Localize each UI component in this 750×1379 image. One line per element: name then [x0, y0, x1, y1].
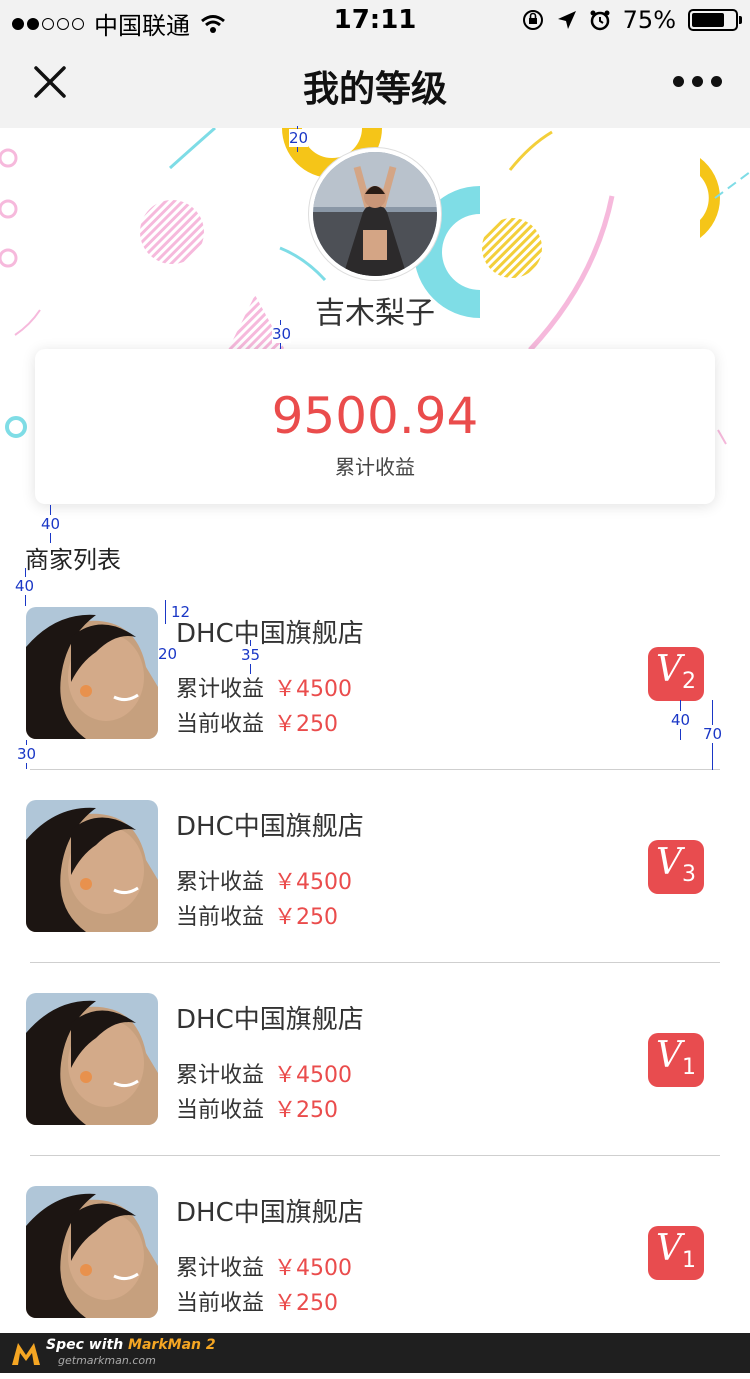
spec-marker-label: 40: [41, 515, 61, 533]
current-earnings-label: 当前收益: [176, 905, 265, 930]
spec-marker-label: 40: [671, 711, 691, 729]
total-earnings-label: 累计收益: [176, 677, 265, 702]
spec-marker-label: 40: [15, 577, 35, 595]
current-earnings-label: 当前收益: [176, 1098, 265, 1123]
merchant-current-earnings: 当前收益 ￥250: [176, 706, 338, 738]
total-earnings-label: 累计收益: [176, 1063, 265, 1088]
spec-marker-label: 20: [158, 645, 178, 663]
merchant-thumbnail: [26, 800, 158, 932]
level-badge: V 3: [648, 840, 704, 894]
footer-title: Spec with MarkMan 2: [46, 1337, 216, 1353]
level-badge: V 1: [648, 1226, 704, 1280]
footer-brand: MarkMan 2: [128, 1337, 216, 1353]
spec-marker-label: 30: [272, 325, 292, 343]
battery-percentage: 75%: [622, 6, 676, 34]
merchant-row[interactable]: DHC中国旗舰店 累计收益 ￥4500 当前收益 ￥250 V 3: [0, 800, 750, 993]
row-divider: [30, 769, 720, 770]
navigation-bar: 我的等级: [0, 40, 750, 128]
rotation-lock-icon: [522, 10, 543, 30]
total-earnings-label: 累计收益: [176, 870, 265, 895]
location-icon: [557, 11, 576, 29]
merchant-name: DHC中国旗舰店: [176, 1005, 364, 1035]
more-options-icon[interactable]: [673, 76, 722, 87]
user-name: 吉木梨子: [315, 296, 435, 331]
merchant-thumbnail: [26, 1186, 158, 1318]
level-badge: V 1: [648, 1033, 704, 1087]
level-badge-letter: V: [656, 1035, 682, 1076]
merchant-current-earnings: 当前收益 ￥250: [176, 1285, 338, 1317]
current-earnings-amount: ￥250: [274, 712, 339, 737]
merchant-name: DHC中国旗舰店: [176, 1198, 364, 1228]
merchant-total-earnings: 累计收益 ￥4500: [176, 671, 352, 703]
merchant-name: DHC中国旗舰店: [176, 619, 364, 649]
spec-marker-line: [165, 600, 166, 624]
status-icons: 75%: [521, 6, 742, 34]
decorative-ring: [5, 416, 27, 438]
row-divider: [30, 1155, 720, 1156]
spec-marker-label: 35: [241, 646, 261, 664]
footer-url: getmarkman.com: [58, 1354, 156, 1367]
level-badge-letter: V: [656, 649, 682, 690]
row-divider: [30, 962, 720, 963]
merchant-total-earnings: 累计收益 ￥4500: [176, 1057, 352, 1089]
level-badge: V 2: [648, 647, 704, 701]
alarm-icon: [590, 10, 610, 31]
total-earnings-amount: ￥4500: [274, 677, 353, 702]
current-earnings-amount: ￥250: [274, 1291, 339, 1316]
decorative-stroke: [717, 429, 727, 445]
current-earnings-label: 当前收益: [176, 1291, 265, 1316]
total-earnings-label: 累计收益: [335, 455, 415, 479]
markman-logo-icon: [12, 1343, 40, 1365]
level-number: 3: [682, 862, 696, 887]
page-title: 我的等级: [302, 69, 447, 110]
status-bar: 中国联通 17:11 75%: [0, 0, 750, 40]
total-earnings-amount: ￥4500: [274, 1256, 353, 1281]
spec-marker-label: 30: [17, 745, 37, 763]
spec-marker-label: 70: [703, 725, 723, 743]
markman-footer: Spec with MarkMan 2 getmarkman.com: [0, 1333, 750, 1373]
level-badge-letter: V: [656, 1228, 682, 1269]
spec-marker-label: 20: [289, 129, 309, 147]
merchant-total-earnings: 累计收益 ￥4500: [176, 1250, 352, 1282]
merchant-row[interactable]: DHC中国旗舰店 累计收益 ￥4500 当前收益 ￥250 V 2: [0, 607, 750, 800]
merchant-name: DHC中国旗舰店: [176, 812, 364, 842]
current-earnings-amount: ￥250: [274, 905, 339, 930]
merchant-current-earnings: 当前收益 ￥250: [176, 899, 338, 931]
merchant-row[interactable]: DHC中国旗舰店 累计收益 ￥4500 当前收益 ￥250 V 1: [0, 993, 750, 1186]
merchant-thumbnail: [26, 993, 158, 1125]
avatar-photo: [313, 152, 437, 276]
earnings-summary-card: 9500.94 累计收益: [35, 349, 715, 504]
footer-prefix: Spec with: [46, 1337, 129, 1353]
current-earnings-label: 当前收益: [176, 712, 265, 737]
merchant-current-earnings: 当前收益 ￥250: [176, 1092, 338, 1124]
spec-marker-label: 12: [171, 603, 191, 621]
current-earnings-amount: ￥250: [274, 1098, 339, 1123]
merchant-list-title: 商家列表: [25, 546, 121, 574]
merchant-total-earnings: 累计收益 ￥4500: [176, 864, 352, 896]
total-earnings-amount: ￥4500: [274, 1063, 353, 1088]
level-badge-letter: V: [656, 842, 682, 883]
level-number: 1: [682, 1055, 696, 1080]
user-avatar[interactable]: [313, 152, 437, 276]
total-earnings-label: 累计收益: [176, 1256, 265, 1281]
total-earnings-amount: ￥4500: [274, 870, 353, 895]
battery-icon: [688, 9, 742, 31]
merchant-thumbnail: [26, 607, 158, 739]
total-earnings-value: 9500.94: [271, 387, 479, 445]
level-number: 1: [682, 1248, 696, 1273]
level-number: 2: [682, 669, 696, 694]
